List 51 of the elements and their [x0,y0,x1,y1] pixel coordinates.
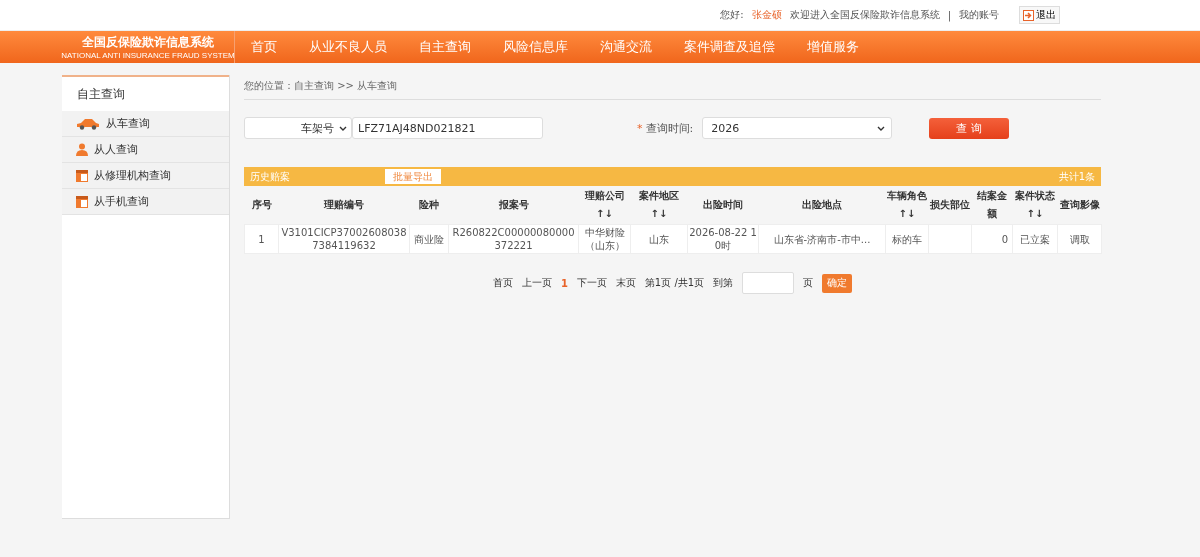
sidebar-item[interactable]: 从人查询 [62,137,229,163]
account-link[interactable]: 我的账号 [959,8,999,22]
calendar-icon [76,169,88,182]
table-cell: 已立案 [1020,233,1050,245]
total-count: 共计1条 [1058,169,1095,184]
sidebar-item-label: 从车查询 [106,116,150,131]
table-cell: 中华财险（山东） [584,227,625,251]
vin-input[interactable]: LFZ71AJ48ND021821 [352,117,543,139]
table-cell: R260822C00000080000372221 [452,227,575,251]
table-cell: 标的车 [892,233,922,245]
page-unit: 页 [803,276,814,290]
logo: 全国反保险欺诈信息系统 NATIONAL ANTI INSURANCE FRAUD SYSTEM [62,31,235,63]
person-icon [76,143,88,156]
time-select[interactable]: 2026 [702,117,893,139]
welcome-text: 欢迎进入全国反保险欺诈信息系统 [789,8,940,22]
prev-page-link[interactable]: 上一页 [521,276,552,290]
first-page-link[interactable]: 首页 [492,276,513,290]
required-mark-icon: * [637,121,643,135]
last-page-link[interactable]: 末页 [615,276,636,290]
sidebar-item-label: 从修理机构查询 [94,168,171,183]
goto-label: 到第 [713,276,734,290]
calendar-icon [76,195,88,208]
table-cell: V3101CICP370026080387384119632 [281,227,407,251]
sidebar-item[interactable]: 从手机查询 [62,189,229,215]
breadcrumb: 您的位置：自主查询 >> 从车查询 [244,75,1101,100]
table-cell: 山东 [649,233,669,245]
sidebar-item[interactable]: 从修理机构查询 [62,163,229,189]
table-cell: 0 [1001,233,1008,245]
table-cell: 2026-08-22 10时 [689,227,757,251]
table-cell: 1 [258,233,265,245]
page-input[interactable] [742,272,795,294]
chevron-icon [339,125,347,131]
time-label: 查询时间: [645,120,694,136]
sidebar-item-label: 从人查询 [94,142,138,157]
table-cell: 山东省-济南市-市中... [773,233,871,245]
retrieve-link[interactable]: 调取 [1069,233,1090,245]
greeting: 您好: [720,8,744,22]
exit-icon [1023,9,1034,21]
type-select[interactable]: 车架号 [244,117,352,139]
user-name: 张金硕 [751,8,782,22]
query-button[interactable]: 查 询 [929,117,1010,139]
page-info: 第1页 /共1页 [644,276,705,290]
logout-button[interactable]: 退出 [1019,6,1060,24]
table-cell: 商业险 [414,233,444,245]
car-icon [76,117,100,130]
sidebar-item[interactable]: 从车查询 [62,111,229,137]
next-page-link[interactable]: 下一页 [576,276,607,290]
chevron-icon [877,125,886,131]
separator: | [947,9,951,21]
table-title: 历史赔案 [250,169,290,184]
sidebar-item-label: 从手机查询 [94,194,149,209]
